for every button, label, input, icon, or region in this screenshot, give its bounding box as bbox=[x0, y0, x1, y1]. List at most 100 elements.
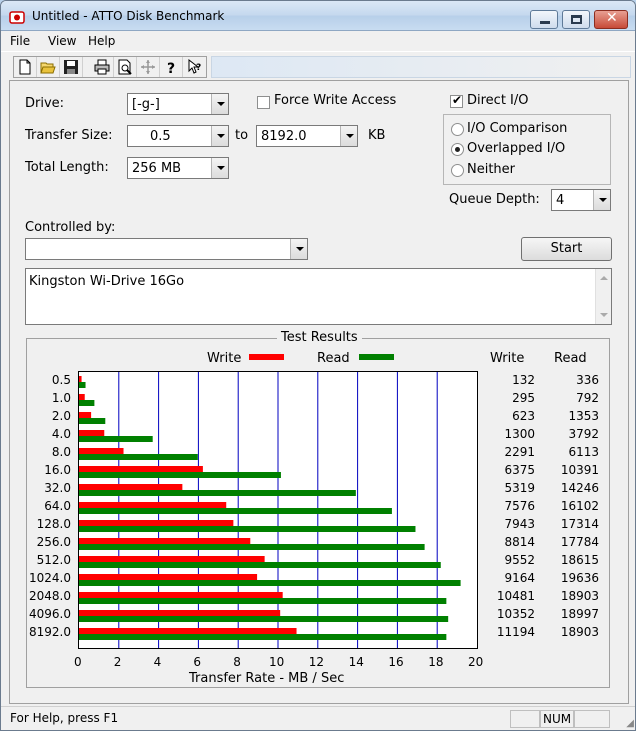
queue-depth-select[interactable]: 4 bbox=[551, 189, 611, 211]
transfer-size-from-select[interactable]: 0.5 bbox=[127, 125, 229, 147]
total-length-select[interactable]: 256 MB bbox=[127, 157, 229, 179]
read-bar bbox=[79, 472, 281, 478]
chevron-down-icon[interactable] bbox=[290, 239, 307, 259]
direct-io-checkbox[interactable] bbox=[450, 93, 463, 108]
resize-grip-icon[interactable]: ◢ bbox=[626, 718, 634, 729]
x-tick-label: 2 bbox=[113, 655, 122, 669]
write-bar bbox=[79, 556, 265, 562]
maximize-button[interactable] bbox=[562, 10, 590, 29]
write-value: 8814 bbox=[504, 535, 535, 549]
category-label: 16.0 bbox=[44, 463, 71, 477]
read-bar bbox=[79, 454, 198, 460]
legend-read-swatch bbox=[359, 354, 394, 360]
transfer-from-value: 0.5 bbox=[150, 129, 171, 144]
print-button[interactable] bbox=[91, 57, 114, 77]
print-preview-button[interactable] bbox=[114, 57, 137, 77]
read-value: 18903 bbox=[560, 625, 599, 639]
menu-view[interactable]: View bbox=[48, 34, 76, 48]
write-bar bbox=[79, 484, 183, 490]
write-value: 11194 bbox=[496, 625, 535, 639]
force-write-checkbox[interactable] bbox=[257, 96, 270, 109]
category-label: 1.0 bbox=[51, 391, 71, 405]
read-value: 14246 bbox=[560, 481, 599, 495]
read-value: 19636 bbox=[560, 571, 599, 585]
menu-bar: File View Help bbox=[1, 31, 635, 51]
read-value: 18997 bbox=[560, 607, 599, 621]
x-tick-label: 18 bbox=[428, 655, 444, 669]
read-value: 1353 bbox=[568, 409, 599, 423]
save-button[interactable] bbox=[60, 57, 83, 77]
chevron-down-icon[interactable] bbox=[211, 158, 228, 178]
write-value: 2291 bbox=[504, 445, 535, 459]
io-comparison-label: I/O Comparison bbox=[467, 121, 568, 136]
move-button[interactable] bbox=[137, 57, 160, 77]
write-bar bbox=[79, 574, 258, 580]
legend-write-swatch bbox=[249, 354, 284, 360]
save-disk-icon bbox=[64, 60, 78, 74]
total-length-value: 256 MB bbox=[132, 161, 182, 176]
legend-read-label: Read bbox=[317, 351, 350, 366]
help-button[interactable]: ? bbox=[160, 57, 183, 77]
app-icon bbox=[9, 11, 25, 24]
x-tick-label: 20 bbox=[468, 655, 484, 669]
x-tick-label: 12 bbox=[308, 655, 325, 669]
category-label: 8192.0 bbox=[29, 625, 71, 639]
legend-write-label: Write bbox=[207, 351, 242, 366]
write-bar bbox=[79, 502, 227, 508]
read-value: 18615 bbox=[560, 553, 599, 567]
category-label: 1024.0 bbox=[29, 571, 71, 585]
transfer-size-to-select[interactable]: 8192.0 bbox=[256, 125, 358, 147]
context-help-button[interactable]: ? bbox=[183, 57, 206, 77]
read-bar bbox=[79, 436, 153, 442]
controlled-by-select[interactable] bbox=[25, 238, 308, 260]
test-results-group: Test Results Write Read Write Read 0.5 1.… bbox=[26, 330, 610, 688]
menu-file[interactable]: File bbox=[10, 34, 30, 48]
drive-select[interactable]: [-g-] bbox=[127, 93, 229, 115]
write-value: 5319 bbox=[504, 481, 535, 495]
scroll-up-icon[interactable] bbox=[600, 276, 608, 280]
read-bar bbox=[79, 580, 461, 586]
read-bar bbox=[79, 544, 425, 550]
status-num: NUM bbox=[543, 712, 572, 726]
write-value: 9164 bbox=[504, 571, 535, 585]
toolbar-area: ? ? bbox=[1, 51, 635, 79]
read-bar bbox=[79, 598, 447, 604]
category-label: 4.0 bbox=[51, 427, 71, 441]
status-pane-scroll bbox=[574, 710, 610, 728]
write-bar bbox=[79, 448, 124, 454]
new-button[interactable] bbox=[14, 57, 37, 77]
start-button[interactable]: Start bbox=[521, 237, 612, 261]
neither-radio[interactable] bbox=[451, 164, 464, 177]
write-bar bbox=[79, 412, 92, 418]
category-label: 64.0 bbox=[44, 499, 71, 513]
minimize-button[interactable] bbox=[530, 10, 558, 29]
close-button[interactable]: ✕ bbox=[594, 10, 628, 29]
x-tick-label: 6 bbox=[193, 655, 202, 669]
description-textarea[interactable]: Kingston Wi-Drive 16Go bbox=[25, 268, 612, 325]
write-bar bbox=[79, 610, 281, 616]
chevron-down-icon[interactable] bbox=[211, 94, 228, 114]
maximize-icon bbox=[571, 15, 582, 24]
chevron-down-icon[interactable] bbox=[593, 190, 610, 210]
drive-value: [-g-] bbox=[132, 97, 160, 112]
status-bar: For Help, press F1 NUM ◢ bbox=[1, 706, 635, 730]
svg-text:?: ? bbox=[167, 61, 175, 75]
io-comparison-radio[interactable] bbox=[451, 123, 464, 136]
overlapped-io-radio[interactable] bbox=[451, 143, 464, 156]
description-scrollbar[interactable] bbox=[595, 269, 611, 324]
scroll-down-icon[interactable] bbox=[600, 313, 608, 317]
status-pane-num: NUM bbox=[540, 710, 574, 728]
chevron-down-icon[interactable] bbox=[340, 126, 357, 146]
queue-depth-value: 4 bbox=[556, 193, 565, 208]
close-icon: ✕ bbox=[606, 10, 618, 26]
status-pane-caps bbox=[510, 710, 540, 728]
menu-help[interactable]: Help bbox=[88, 34, 115, 48]
open-button[interactable] bbox=[37, 57, 60, 77]
title-bar[interactable]: Untitled - ATTO Disk Benchmark ✕ bbox=[1, 1, 635, 31]
category-label: 0.5 bbox=[51, 373, 71, 387]
chevron-down-icon[interactable] bbox=[211, 126, 228, 146]
write-value: 10352 bbox=[496, 607, 535, 621]
chart-svg bbox=[79, 372, 461, 648]
app-window: Untitled - ATTO Disk Benchmark ✕ File Vi… bbox=[0, 0, 636, 731]
status-help-text: For Help, press F1 bbox=[10, 711, 119, 725]
